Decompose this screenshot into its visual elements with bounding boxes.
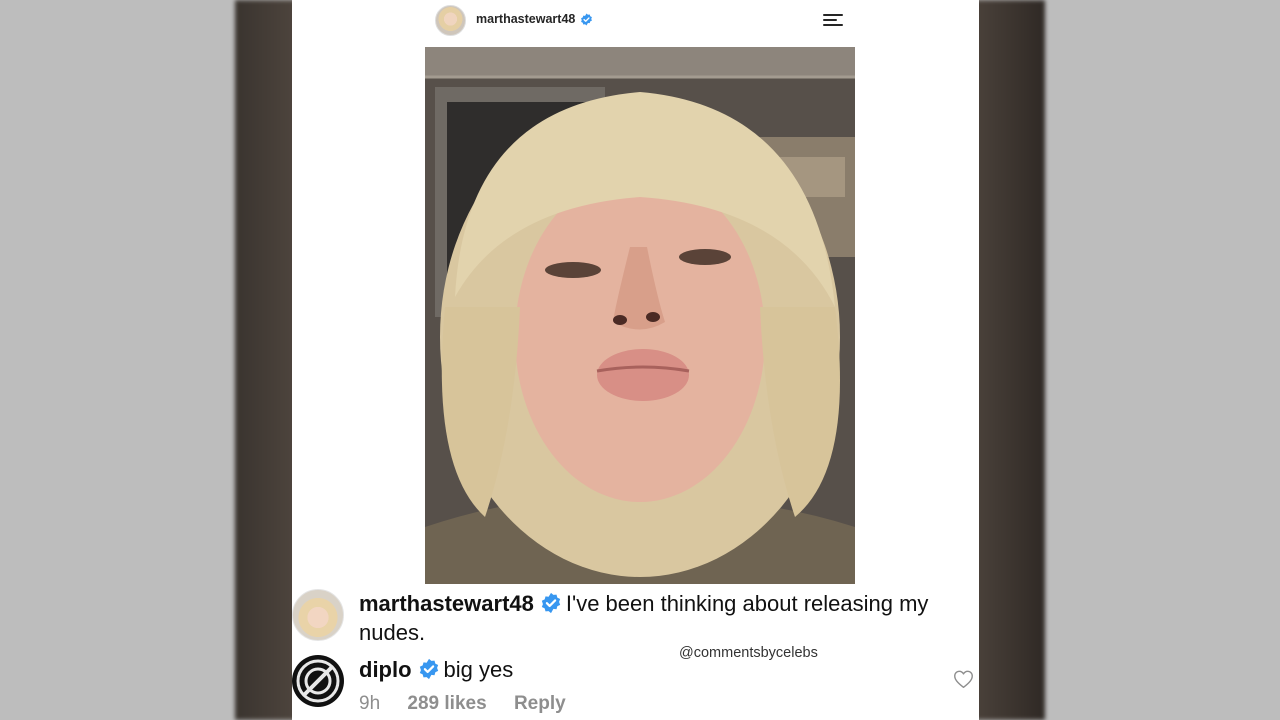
post-card: marthastewart48 marthastewart48 I've bee… — [292, 0, 979, 720]
verified-badge-icon — [581, 13, 592, 26]
post-username[interactable]: marthastewart48 — [476, 12, 575, 26]
diplo-logo-icon — [293, 656, 343, 706]
caption-comment: marthastewart48 I've been thinking about… — [359, 589, 928, 618]
reply-comment: diplo big yes — [359, 655, 513, 684]
watermark: @commentsbycelebs — [679, 645, 818, 661]
caption-text-line2: nudes. — [359, 620, 426, 645]
heart-icon[interactable] — [953, 669, 974, 689]
profile-avatar[interactable] — [435, 5, 466, 36]
verified-badge-icon — [419, 658, 438, 680]
post-photo[interactable] — [425, 47, 855, 584]
reply-button[interactable]: Reply — [514, 693, 566, 714]
caption-avatar[interactable] — [292, 589, 344, 641]
selfie-illustration — [425, 47, 855, 584]
reply-text: big yes — [443, 657, 514, 682]
reply-meta: 9h 289 likes Reply — [359, 693, 588, 715]
reply-age: 9h — [359, 693, 381, 714]
verified-badge-icon — [541, 592, 561, 614]
post-header: marthastewart48 — [292, 0, 979, 42]
menu-icon[interactable] — [823, 13, 845, 27]
reply-likes[interactable]: 289 likes — [407, 693, 486, 714]
caption-text-line1: I've been thinking about releasing my — [565, 591, 929, 616]
caption-username[interactable]: marthastewart48 — [359, 591, 534, 616]
reply-username[interactable]: diplo — [359, 657, 412, 682]
reply-avatar[interactable] — [292, 655, 344, 707]
